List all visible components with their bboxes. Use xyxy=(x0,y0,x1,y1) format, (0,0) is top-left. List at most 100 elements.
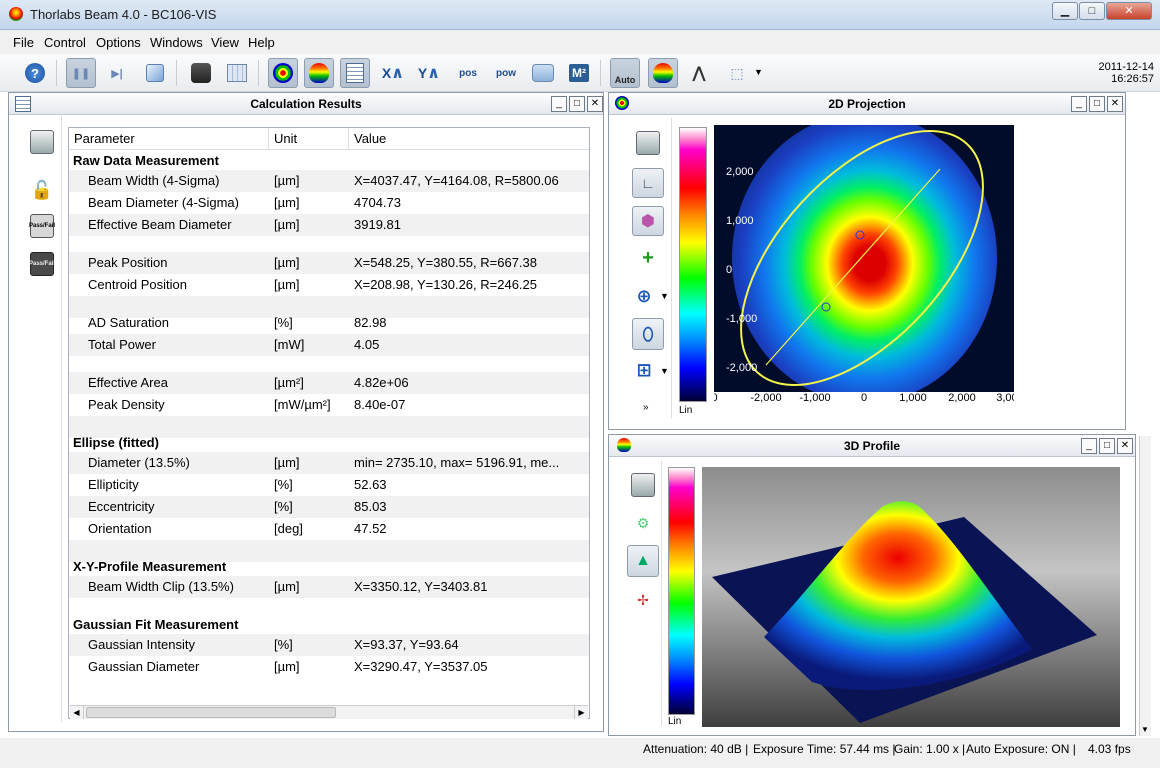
table-row[interactable]: Centroid Position [µm] X=208.98, Y=130.26,… xyxy=(69,274,589,296)
device-settings-button[interactable] xyxy=(186,58,216,88)
save-icon[interactable] xyxy=(636,131,660,155)
color-scale-bar xyxy=(668,467,695,715)
pause-button[interactable]: ❚❚ xyxy=(66,58,96,88)
help-button[interactable]: ? xyxy=(20,58,50,88)
cell-value: 4704.73 xyxy=(354,195,401,210)
menu-windows[interactable]: Windows xyxy=(150,35,203,50)
table-row[interactable]: Gaussian Diameter [µm] X=3290.47, Y=3537.0… xyxy=(69,656,589,678)
scroll-down-arrow[interactable]: ▼ xyxy=(1141,725,1149,734)
close-button[interactable]: ✕ xyxy=(1106,2,1152,20)
table-row[interactable]: Eccentricity [%] 85.03 xyxy=(69,496,589,518)
camera-button[interactable] xyxy=(528,58,558,88)
vertical-scrollbar[interactable]: ▼ xyxy=(1139,436,1151,736)
table-row[interactable]: Beam Width (4-Sigma) [µm] X=4037.47, Y=416… xyxy=(69,170,589,192)
table-row[interactable]: Beam Width Clip (13.5%) [µm] X=3350.12, Y=… xyxy=(69,576,589,598)
menu-options[interactable]: Options xyxy=(96,35,141,50)
3d-profile-button[interactable] xyxy=(304,58,334,88)
panel-maximize-button[interactable]: □ xyxy=(1099,438,1115,454)
table-row[interactable]: Effective Area [µm²] 4.82e+06 xyxy=(69,372,589,394)
date-label: 2011-12-14 xyxy=(1098,61,1154,73)
table-row[interactable]: Beam Diameter (4-Sigma) [µm] 4704.73 xyxy=(69,192,589,214)
panel-minimize-button[interactable]: _ xyxy=(1071,96,1087,112)
save-icon[interactable] xyxy=(30,130,54,154)
calc-side-toolbar xyxy=(24,114,62,722)
column-header-parameter[interactable]: Parameter xyxy=(69,128,269,150)
table-row[interactable]: Orientation [deg] 47.52 xyxy=(69,518,589,540)
ellipse-icon[interactable]: ⬯ xyxy=(632,318,664,350)
maximize-button[interactable]: □ xyxy=(1079,2,1105,20)
status-attenuation: Attenuation: 40 dB | xyxy=(643,742,749,756)
2d-projection-button[interactable] xyxy=(268,58,298,88)
color-palette-icon[interactable]: ⬢ xyxy=(632,206,664,236)
roi-button[interactable]: ⬚ xyxy=(722,58,752,88)
menu-control[interactable]: Control xyxy=(44,35,86,50)
crosshair-icon[interactable]: + xyxy=(636,246,660,270)
x-profile-icon: X xyxy=(381,65,392,81)
y-profile-icon: Y xyxy=(417,65,428,81)
scroll-right-arrow[interactable]: ▶ xyxy=(574,706,588,719)
ellipse-overlay xyxy=(740,130,984,386)
centroid-marker-icon[interactable]: ⊕ xyxy=(632,284,656,308)
column-header-unit[interactable]: Unit xyxy=(269,128,349,150)
table-row[interactable]: AD Saturation [%] 82.98 xyxy=(69,312,589,334)
single-step-button[interactable]: ▶| xyxy=(102,58,132,88)
reset-button[interactable] xyxy=(140,58,170,88)
table-row[interactable]: Gaussian Intensity [%] X=93.37, Y=93.64 xyxy=(69,634,589,656)
display-settings-button[interactable] xyxy=(222,58,252,88)
gauss-button[interactable]: ⋀ xyxy=(684,58,714,88)
power-button[interactable]: pow xyxy=(490,58,522,88)
table-row[interactable]: Diameter (13.5%) [µm] min= 2735.10, max= 5… xyxy=(69,452,589,474)
axes-toggle-icon[interactable]: ∟ xyxy=(632,168,664,198)
auto-button[interactable]: Auto xyxy=(610,58,640,88)
panel-maximize-button[interactable]: □ xyxy=(1089,96,1105,112)
y-profile-button[interactable]: Y ∧ xyxy=(414,58,444,88)
time-label: 16:26:57 xyxy=(1111,73,1154,85)
horizontal-scrollbar[interactable]: ◀ ▶ xyxy=(70,705,588,719)
table-row[interactable]: Total Power [mW] 4.05 xyxy=(69,334,589,356)
menu-file[interactable]: File xyxy=(13,35,34,50)
cell-unit: [%] xyxy=(274,637,293,652)
panel-close-button[interactable]: ✕ xyxy=(1107,96,1123,112)
color-settings-icon[interactable]: ⚙ xyxy=(631,511,655,535)
color-scale-label: Lin xyxy=(668,716,682,727)
panel-minimize-button[interactable]: _ xyxy=(1081,438,1097,454)
minimize-button[interactable]: ▁ xyxy=(1052,2,1078,20)
surface-icon[interactable]: ▲ xyxy=(627,545,659,577)
x-tick-label: 1,000 xyxy=(899,392,927,404)
beam-color-icon xyxy=(653,63,673,83)
cell-param: Orientation xyxy=(88,521,152,536)
expand-more-icon[interactable]: » xyxy=(643,402,649,413)
help-icon: ? xyxy=(25,63,45,83)
menu-view[interactable]: View xyxy=(211,35,239,50)
panel-close-button[interactable]: ✕ xyxy=(1117,438,1133,454)
centroid-dropdown-arrow[interactable]: ▼ xyxy=(660,291,669,301)
roi-dropdown-arrow[interactable]: ▼ xyxy=(754,67,763,77)
m2-button[interactable]: M² xyxy=(564,58,594,88)
scroll-thumb[interactable] xyxy=(86,707,336,718)
table-row[interactable]: Peak Position [µm] X=548.25, Y=380.55, R=6… xyxy=(69,252,589,274)
menu-help[interactable]: Help xyxy=(248,35,275,50)
axes-3d-icon[interactable]: ✢ xyxy=(631,588,655,612)
panel-maximize-button[interactable]: □ xyxy=(569,96,585,112)
x-profile-button[interactable]: X ∧ xyxy=(378,58,408,88)
cell-unit: [µm] xyxy=(274,195,300,210)
panel-minimize-button[interactable]: _ xyxy=(551,96,567,112)
table-row[interactable]: Peak Density [mW/µm²] 8.40e-07 xyxy=(69,394,589,416)
grid-dropdown-arrow[interactable]: ▼ xyxy=(660,366,669,376)
color-view-button[interactable] xyxy=(648,58,678,88)
column-header-value[interactable]: Value xyxy=(349,128,589,150)
table-row[interactable]: Ellipticity [%] 52.63 xyxy=(69,474,589,496)
panel-close-button[interactable]: ✕ xyxy=(587,96,603,112)
position-icon: pos xyxy=(459,67,477,79)
pass-fail-icon[interactable]: Pass/Fail xyxy=(29,214,55,238)
grid-icon[interactable]: ⊞ xyxy=(632,358,656,382)
calculation-results-button[interactable] xyxy=(340,58,370,88)
table-row[interactable]: Effective Beam Diameter [µm] 3919.81 xyxy=(69,214,589,236)
scroll-left-arrow[interactable]: ◀ xyxy=(70,706,84,719)
unlock-icon[interactable]: 🔓 xyxy=(30,178,54,202)
pass-fail-settings-icon[interactable]: Pass/Fail xyxy=(29,252,55,276)
save-icon[interactable] xyxy=(631,473,655,497)
pause-icon: ❚❚ xyxy=(71,67,91,80)
app-icon xyxy=(9,7,23,21)
position-button[interactable]: pos xyxy=(452,58,484,88)
